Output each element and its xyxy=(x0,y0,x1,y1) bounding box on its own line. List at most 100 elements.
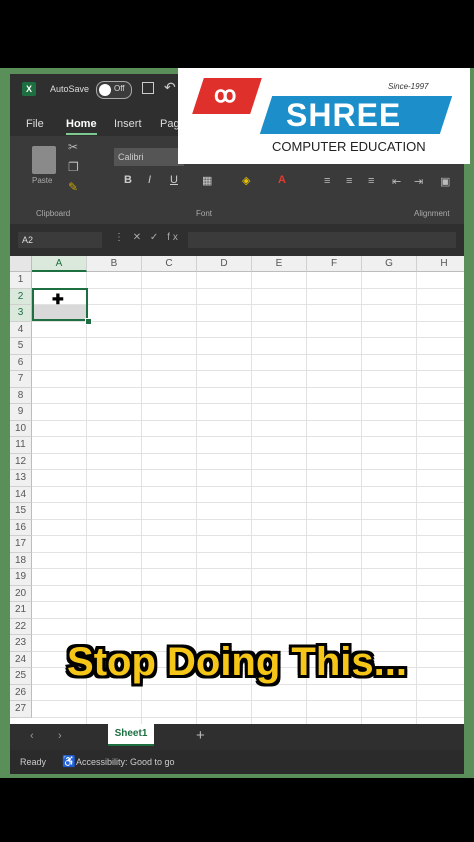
row-gridline xyxy=(32,700,464,701)
toggle-knob xyxy=(99,84,111,96)
formula-input[interactable] xyxy=(188,232,456,248)
row-header[interactable]: 4 xyxy=(10,321,32,338)
save-icon[interactable] xyxy=(142,82,154,94)
name-box[interactable]: A2 xyxy=(18,232,102,248)
row-header[interactable]: 2 xyxy=(10,288,32,305)
row-gridline xyxy=(32,452,464,454)
row-header[interactable]: 9 xyxy=(10,404,32,421)
tab-page-layout[interactable]: Pag xyxy=(160,118,180,130)
paste-button[interactable] xyxy=(32,146,56,174)
accessibility-icon: ♿ xyxy=(62,756,76,768)
row-header[interactable]: 17 xyxy=(10,536,32,553)
row-header[interactable]: 7 xyxy=(10,371,32,388)
alignment-group-label: Alignment xyxy=(414,209,450,218)
row-header[interactable]: 12 xyxy=(10,453,32,470)
row-header[interactable]: 16 xyxy=(10,519,32,536)
status-bar: Ready ♿ Accessibility: Good to go xyxy=(10,750,464,774)
bold-button[interactable]: B xyxy=(124,174,132,186)
row-header[interactable]: 1 xyxy=(10,272,32,289)
row-header[interactable]: 8 xyxy=(10,387,32,404)
row-header[interactable]: 27 xyxy=(10,701,32,718)
format-painter-icon[interactable]: ✎ xyxy=(68,180,78,194)
function-icons[interactable]: ⋮ ✕ ✓ fx xyxy=(114,232,181,243)
row-header[interactable]: 6 xyxy=(10,354,32,371)
row-header[interactable]: 3 xyxy=(10,305,32,322)
select-all-corner[interactable] xyxy=(10,256,32,272)
sheet-prev-icon[interactable]: ‹ xyxy=(30,730,34,742)
column-header[interactable]: H xyxy=(417,256,464,272)
decrease-indent-icon[interactable]: ⇤ xyxy=(392,175,401,188)
row-header[interactable]: 20 xyxy=(10,585,32,602)
row-gridline xyxy=(32,634,464,635)
column-header[interactable]: F xyxy=(307,256,362,272)
copy-icon[interactable]: ❐ xyxy=(68,160,79,174)
align-center-icon[interactable]: ≡ xyxy=(346,175,352,187)
italic-button[interactable]: I xyxy=(148,174,151,186)
row-gridline xyxy=(32,353,464,355)
row-header[interactable]: 5 xyxy=(10,338,32,355)
logo-name: SHREE xyxy=(286,97,402,133)
row-gridline xyxy=(32,320,464,322)
autosave-state: Off xyxy=(114,84,125,93)
row-gridline xyxy=(32,502,464,503)
row-gridline xyxy=(32,337,464,338)
undo-icon[interactable]: ↶ xyxy=(164,79,176,96)
row-gridline xyxy=(32,419,464,421)
row-gridline xyxy=(32,551,464,553)
row-header[interactable]: 10 xyxy=(10,420,32,437)
font-group-label: Font xyxy=(196,209,213,218)
row-header[interactable]: 18 xyxy=(10,552,32,569)
column-header[interactable]: D xyxy=(197,256,252,272)
row-gridline xyxy=(32,617,464,619)
autosave-label: AutoSave xyxy=(50,84,90,94)
fill-color-icon[interactable]: ◈ xyxy=(242,174,250,187)
sheet-next-icon[interactable]: › xyxy=(58,730,62,742)
tab-home[interactable]: Home xyxy=(66,118,97,135)
merge-center-icon[interactable]: ▣ xyxy=(440,175,450,188)
row-gridline xyxy=(32,485,464,487)
font-name-select[interactable]: Calibri xyxy=(114,148,184,166)
column-header[interactable]: C xyxy=(142,256,197,272)
row-gridline xyxy=(32,403,464,404)
logo-subtitle: COMPUTER EDUCATION xyxy=(272,139,426,154)
row-header[interactable]: 26 xyxy=(10,684,32,701)
row-gridline xyxy=(32,601,464,602)
column-header[interactable]: B xyxy=(87,256,142,272)
fill-handle[interactable] xyxy=(85,318,92,325)
accessibility-status[interactable]: Accessibility: Good to go xyxy=(76,757,175,767)
row-gridline xyxy=(32,436,464,437)
row-header[interactable]: 21 xyxy=(10,602,32,619)
row-gridline xyxy=(32,370,464,371)
row-header[interactable]: 15 xyxy=(10,503,32,520)
column-header[interactable]: E xyxy=(252,256,307,272)
tab-insert[interactable]: Insert xyxy=(114,118,142,130)
row-header[interactable]: 19 xyxy=(10,569,32,586)
row-header[interactable]: 22 xyxy=(10,618,32,635)
font-color-icon[interactable]: A xyxy=(278,174,286,186)
autosave-toggle[interactable]: Off xyxy=(96,81,132,99)
column-header[interactable]: A xyxy=(32,256,87,272)
increase-indent-icon[interactable]: ⇥ xyxy=(414,175,423,188)
cell-cursor-icon: ✚ xyxy=(52,291,64,307)
row-gridline xyxy=(32,568,464,569)
underline-button[interactable]: U xyxy=(170,174,178,186)
logo-since: Since-1997 xyxy=(388,82,429,91)
sheet-tab-bar: ‹ › Sheet1 + xyxy=(10,724,464,750)
formula-bar: A2 ⋮ ✕ ✓ fx xyxy=(10,224,464,256)
sheet-tab-sheet1[interactable]: Sheet1 xyxy=(108,724,154,746)
borders-icon[interactable]: ▦ xyxy=(202,174,212,187)
row-header[interactable]: 11 xyxy=(10,437,32,454)
row-gridline xyxy=(32,535,464,536)
row-header[interactable]: 14 xyxy=(10,486,32,503)
tab-file[interactable]: File xyxy=(26,118,44,130)
align-left-icon[interactable]: ≡ xyxy=(324,175,330,187)
row-header[interactable]: 13 xyxy=(10,470,32,487)
cut-icon[interactable]: ✂ xyxy=(68,140,78,154)
row-gridline xyxy=(32,304,464,305)
add-sheet-button[interactable]: + xyxy=(196,727,205,744)
clipboard-group-label: Clipboard xyxy=(36,209,71,218)
align-right-icon[interactable]: ≡ xyxy=(368,175,374,187)
row-gridline xyxy=(32,716,464,718)
fx-icon[interactable]: fx xyxy=(167,232,181,243)
column-header[interactable]: G xyxy=(362,256,417,272)
